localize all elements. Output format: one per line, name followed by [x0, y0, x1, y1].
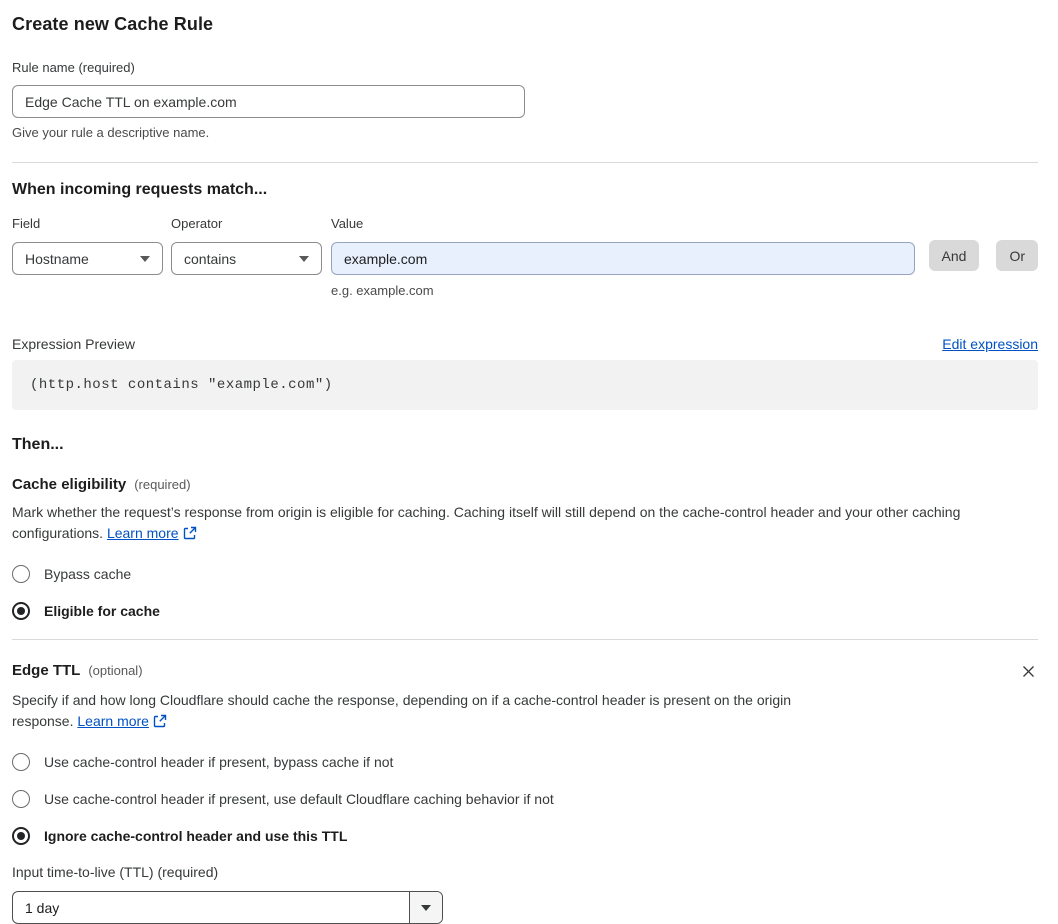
close-icon	[1021, 666, 1036, 682]
create-cache-rule-form: Create new Cache Rule Rule name (require…	[0, 0, 1058, 924]
and-button[interactable]: And	[928, 240, 980, 271]
radio-label: Eligible for cache	[44, 603, 160, 619]
or-button[interactable]: Or	[996, 240, 1038, 271]
match-heading: When incoming requests match...	[12, 181, 268, 198]
radio-icon	[12, 602, 30, 620]
radio-eligible-for-cache[interactable]: Eligible for cache	[12, 602, 1038, 620]
cache-eligibility-options: Bypass cache Eligible for cache	[12, 565, 1038, 620]
edge-ttl-head: Edge TTL (optional)	[12, 662, 143, 679]
rule-name-label: Rule name (required)	[12, 60, 135, 75]
radio-icon	[12, 565, 30, 583]
cache-eligibility-section: Cache eligibility (required) Mark whethe…	[12, 476, 1038, 620]
cache-eligibility-description: Mark whether the request’s response from…	[12, 502, 1038, 546]
ttl-select[interactable]: 1 day	[12, 891, 443, 924]
field-label: Field	[12, 216, 41, 231]
external-link-icon	[183, 525, 197, 546]
value-column: Value e.g. example.com	[331, 216, 915, 298]
required-badge: (required)	[134, 477, 191, 492]
learn-more-link[interactable]: Learn more	[77, 713, 149, 729]
radio-cache-control-bypass[interactable]: Use cache-control header if present, byp…	[12, 753, 1038, 771]
radio-ignore-cache-control[interactable]: Ignore cache-control header and use this…	[12, 827, 1038, 845]
optional-badge: (optional)	[88, 663, 143, 678]
edge-ttl-head-row: Edge TTL (optional)	[12, 662, 1038, 681]
value-label: Value	[331, 216, 364, 231]
radio-label: Bypass cache	[44, 566, 132, 582]
andor-buttons: And Or	[928, 240, 1038, 271]
radio-cache-control-default[interactable]: Use cache-control header if present, use…	[12, 790, 1038, 808]
edge-ttl-section: Edge TTL (optional) Specify if and how l…	[12, 662, 1038, 924]
cache-eligibility-head: Cache eligibility (required)	[12, 476, 1038, 493]
ttl-select-value: 1 day	[25, 899, 60, 916]
radio-icon	[12, 753, 30, 771]
edge-ttl-title: Edge TTL	[12, 662, 81, 679]
radio-icon	[12, 827, 30, 845]
radio-bypass-cache[interactable]: Bypass cache	[12, 565, 1038, 583]
field-column: Field Hostname	[12, 216, 163, 275]
divider	[12, 639, 1038, 640]
operator-select[interactable]: contains	[171, 242, 322, 275]
radio-icon	[12, 790, 30, 808]
expression-code: (http.host contains "example.com")	[12, 360, 1038, 410]
operator-select-value: contains	[184, 250, 237, 267]
cache-eligibility-title: Cache eligibility	[12, 476, 127, 493]
chevron-down-icon	[140, 255, 150, 262]
expression-preview-label: Expression Preview	[12, 336, 135, 352]
radio-label: Ignore cache-control header and use this…	[44, 828, 348, 844]
value-help: e.g. example.com	[331, 283, 434, 298]
ttl-label: Input time-to-live (TTL) (required)	[12, 864, 219, 880]
then-heading: Then...	[12, 436, 64, 453]
field-select[interactable]: Hostname	[12, 242, 163, 275]
external-link-icon	[153, 713, 167, 734]
chevron-down-icon	[299, 255, 309, 262]
close-edge-ttl-button[interactable]	[1019, 662, 1038, 681]
field-select-value: Hostname	[25, 250, 89, 267]
radio-label: Use cache-control header if present, byp…	[44, 754, 394, 770]
expression-row: Expression Preview Edit expression	[12, 336, 1038, 352]
edge-ttl-description: Specify if and how long Cloudflare shoul…	[12, 690, 852, 734]
condition-row: Field Hostname Operator contains Value e…	[12, 216, 1038, 298]
radio-label: Use cache-control header if present, use…	[44, 791, 554, 807]
edge-ttl-options: Use cache-control header if present, byp…	[12, 753, 1038, 845]
rule-name-input[interactable]	[12, 85, 525, 118]
chevron-down-icon	[421, 904, 431, 911]
edit-expression-link[interactable]: Edit expression	[942, 336, 1038, 352]
ttl-input-section: Input time-to-live (TTL) (required) 1 da…	[12, 864, 1038, 924]
divider	[12, 162, 1038, 163]
rule-name-help: Give your rule a descriptive name.	[12, 125, 210, 140]
rule-name-section: Rule name (required) Give your rule a de…	[12, 59, 1038, 140]
operator-label: Operator	[171, 216, 223, 231]
match-section: When incoming requests match... Field Ho…	[12, 181, 1038, 410]
page-title: Create new Cache Rule	[12, 14, 214, 34]
learn-more-link[interactable]: Learn more	[107, 525, 179, 541]
operator-column: Operator contains	[171, 216, 322, 275]
value-input[interactable]	[331, 242, 915, 275]
ttl-dropdown-button[interactable]	[409, 892, 442, 923]
